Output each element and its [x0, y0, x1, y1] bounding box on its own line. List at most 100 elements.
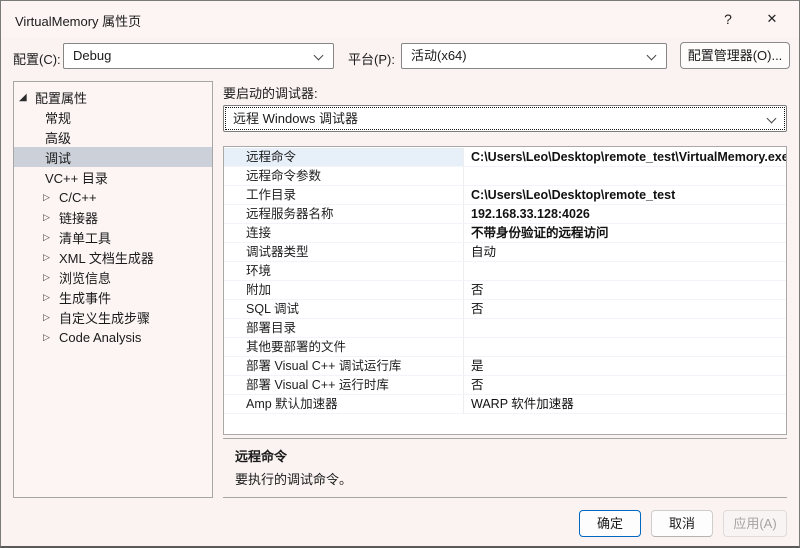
property-value-cell[interactable]: C:\Users\Leo\Desktop\remote_test [464, 186, 786, 204]
description-text: 要执行的调试命令。 [235, 469, 775, 488]
table-row: SQL 调试 否 [224, 300, 786, 319]
sidebar-item[interactable]: ▷ 自定义生成步骤 [14, 307, 212, 327]
table-row: 部署目录 [224, 319, 786, 338]
sidebar-item[interactable]: ▷ XML 文档生成器 [14, 247, 212, 267]
tree-collapsed-icon: ▷ [43, 312, 59, 323]
apply-button[interactable]: 应用(A) [723, 510, 787, 537]
table-row: 部署 Visual C++ 运行时库 否 [224, 376, 786, 395]
chevron-down-icon [314, 51, 324, 61]
platform-label: 平台(P): [348, 49, 395, 68]
property-name-cell[interactable]: 连接 [224, 224, 464, 242]
property-value-cell[interactable]: WARP 软件加速器 [464, 395, 786, 413]
sidebar-item[interactable]: ▷ Code Analysis [14, 327, 212, 347]
sidebar-item-label: 常规 [45, 108, 71, 127]
property-value-cell[interactable]: 192.168.33.128:4026 [464, 205, 786, 223]
property-pages-dialog: VirtualMemory 属性页 ? ✕ 配置(C): Debug 平台(P)… [0, 0, 800, 548]
cancel-button[interactable]: 取消 [651, 510, 713, 537]
property-tree: ◢ 配置属性 常规 高级 调试 VC++ 目录 ▷ C/C++ ▷ 链接器 ▷ … [13, 81, 213, 498]
tree-collapsed-icon: ▷ [43, 192, 59, 203]
sidebar-item-label: 生成事件 [59, 288, 111, 307]
table-row: 工作目录 C:\Users\Leo\Desktop\remote_test [224, 186, 786, 205]
sidebar-item[interactable]: 常规 [14, 107, 212, 127]
sidebar-item[interactable]: ▷ 浏览信息 [14, 267, 212, 287]
title-bar: VirtualMemory 属性页 ? ✕ [1, 1, 799, 37]
table-row: 调试器类型 自动 [224, 243, 786, 262]
sidebar-item-label: 配置属性 [35, 88, 87, 107]
sidebar-item[interactable]: ▷ 清单工具 [14, 227, 212, 247]
sidebar-item-label: Code Analysis [59, 330, 141, 345]
property-name-cell[interactable]: 附加 [224, 281, 464, 299]
sidebar-item-label: 调试 [45, 148, 71, 167]
property-value-cell[interactable]: 否 [464, 281, 786, 299]
property-name-cell[interactable]: 环境 [224, 262, 464, 280]
window-title: VirtualMemory 属性页 [15, 11, 141, 30]
debugger-to-launch-label: 要启动的调试器: [223, 83, 318, 102]
property-value-cell[interactable]: 否 [464, 376, 786, 394]
close-icon[interactable]: ✕ [753, 4, 791, 34]
table-row: 部署 Visual C++ 调试运行库 是 [224, 357, 786, 376]
description-pane: 远程命令 要执行的调试命令。 [223, 438, 787, 498]
sidebar-item-label: 高级 [45, 128, 71, 147]
property-value-cell[interactable]: 自动 [464, 243, 786, 261]
property-value-cell[interactable]: 是 [464, 357, 786, 375]
sidebar-item[interactable]: 调试 [14, 147, 212, 167]
property-name-cell[interactable]: 调试器类型 [224, 243, 464, 261]
property-value-cell[interactable]: 不带身份验证的远程访问 [464, 224, 786, 242]
platform-select[interactable]: 活动(x64) [401, 43, 667, 69]
property-name-cell[interactable]: 部署 Visual C++ 运行时库 [224, 376, 464, 394]
configuration-select[interactable]: Debug [63, 43, 334, 69]
property-name-cell[interactable]: 部署目录 [224, 319, 464, 337]
table-row: 其他要部署的文件 [224, 338, 786, 357]
tree-collapsed-icon: ▷ [43, 252, 59, 263]
tree-collapsed-icon: ▷ [43, 212, 59, 223]
sidebar-item-label: 清单工具 [59, 228, 111, 247]
property-name-cell[interactable]: 远程命令 [224, 148, 464, 166]
property-value-cell[interactable] [464, 262, 786, 280]
property-value-cell[interactable] [464, 338, 786, 356]
property-name-cell[interactable]: Amp 默认加速器 [224, 395, 464, 413]
property-name-cell[interactable]: 远程命令参数 [224, 167, 464, 185]
platform-value: 活动(x64) [411, 48, 467, 63]
tree-collapsed-icon: ▷ [43, 332, 59, 343]
tree-expanded-icon: ◢ [19, 92, 35, 103]
sidebar-item-label: VC++ 目录 [45, 168, 108, 187]
table-row: Amp 默认加速器 WARP 软件加速器 [224, 395, 786, 414]
property-name-cell[interactable]: 远程服务器名称 [224, 205, 464, 223]
property-value-cell[interactable]: 否 [464, 300, 786, 318]
sidebar-item-label: 链接器 [59, 208, 98, 227]
chevron-down-icon [647, 51, 657, 61]
chevron-down-icon [767, 114, 777, 124]
debugger-select[interactable]: 远程 Windows 调试器 [223, 105, 787, 132]
table-row: 附加 否 [224, 281, 786, 300]
property-name-cell[interactable]: 部署 Visual C++ 调试运行库 [224, 357, 464, 375]
property-name-cell[interactable]: 工作目录 [224, 186, 464, 204]
sidebar-item[interactable]: 高级 [14, 127, 212, 147]
property-name-cell[interactable]: SQL 调试 [224, 300, 464, 318]
tree-collapsed-icon: ▷ [43, 232, 59, 243]
property-grid: 远程命令 C:\Users\Leo\Desktop\remote_test\Vi… [223, 146, 787, 435]
configuration-value: Debug [73, 48, 111, 63]
debugger-value: 远程 Windows 调试器 [233, 111, 358, 126]
tree-collapsed-icon: ▷ [43, 292, 59, 303]
configuration-label: 配置(C): [13, 49, 61, 68]
sidebar-item[interactable]: VC++ 目录 [14, 167, 212, 187]
sidebar-item-label: C/C++ [59, 190, 97, 205]
property-name-cell[interactable]: 其他要部署的文件 [224, 338, 464, 356]
table-row: 连接 不带身份验证的远程访问 [224, 224, 786, 243]
table-row: 远程服务器名称 192.168.33.128:4026 [224, 205, 786, 224]
table-row: 远程命令参数 [224, 167, 786, 186]
table-row: 远程命令 C:\Users\Leo\Desktop\remote_test\Vi… [224, 148, 786, 167]
property-value-cell[interactable] [464, 319, 786, 337]
sidebar-item[interactable]: ▷ 链接器 [14, 207, 212, 227]
description-title: 远程命令 [235, 446, 775, 465]
configuration-manager-button[interactable]: 配置管理器(O)... [680, 42, 790, 69]
property-value-cell[interactable]: C:\Users\Leo\Desktop\remote_test\Virtual… [464, 148, 786, 166]
property-value-cell[interactable] [464, 167, 786, 185]
ok-button[interactable]: 确定 [579, 510, 641, 537]
sidebar-item[interactable]: ▷ 生成事件 [14, 287, 212, 307]
table-row: 环境 [224, 262, 786, 281]
sidebar-item[interactable]: ▷ C/C++ [14, 187, 212, 207]
sidebar-item-label: 自定义生成步骤 [59, 308, 150, 327]
help-icon[interactable]: ? [709, 4, 747, 34]
sidebar-item[interactable]: ◢ 配置属性 [14, 87, 212, 107]
